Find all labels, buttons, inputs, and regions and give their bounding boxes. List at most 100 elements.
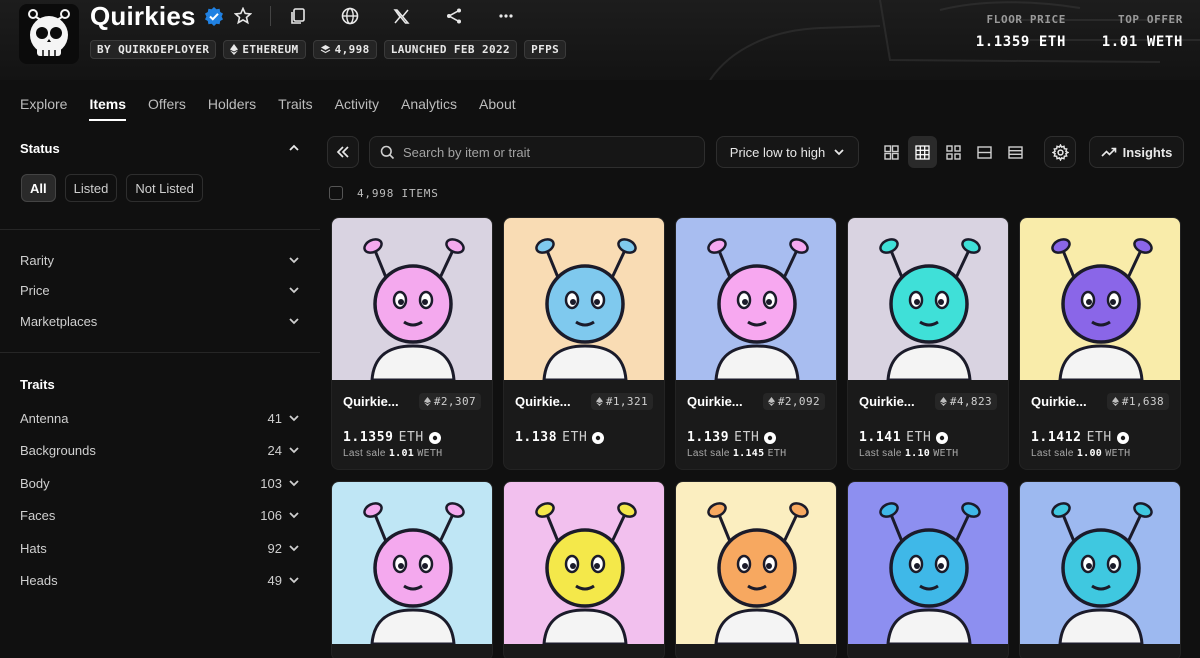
trait-count: 103 (260, 475, 282, 491)
last-sale-currency: ETH (767, 448, 787, 459)
nft-name[interactable]: Quirkie... (859, 394, 915, 409)
sort-dropdown[interactable]: Price low to high (716, 136, 859, 168)
chevron-up-icon[interactable] (288, 142, 300, 154)
tab-holders[interactable]: Holders (208, 96, 256, 121)
nft-card-image[interactable] (504, 218, 664, 380)
status-heading[interactable]: Status (20, 141, 60, 156)
tab-analytics[interactable]: Analytics (401, 96, 457, 121)
last-sale-value: 1.00 (1076, 448, 1103, 459)
chevron-down-icon (834, 149, 844, 156)
trait-faces[interactable]: Faces 106 (20, 505, 300, 525)
top-offer-label: TOP OFFER (1117, 13, 1183, 26)
settings-button[interactable] (1044, 136, 1076, 168)
nft-card-image[interactable] (1020, 218, 1180, 380)
view-list-button[interactable] (970, 136, 999, 168)
nft-card[interactable]: Quirkie... #1,321 1.138 ETH (503, 217, 665, 470)
nft-card[interactable] (847, 481, 1009, 658)
nft-card[interactable] (1019, 481, 1181, 658)
floor-price-label: FLOOR PRICE (986, 13, 1066, 26)
nft-card[interactable]: Quirkie... #2,092 1.139 ETH Last sale 1.145 … (675, 217, 837, 470)
floor-price-value: 1.1359 ETH (975, 34, 1066, 50)
filter-rarity[interactable]: Rarity (20, 250, 300, 270)
trait-backgrounds[interactable]: Backgrounds 24 (20, 440, 300, 460)
nft-card-image[interactable] (332, 482, 492, 644)
price-currency: ETH (1086, 430, 1112, 445)
chain-tag-label: ETHEREUM (242, 43, 299, 56)
search-box[interactable] (369, 136, 705, 168)
insights-button[interactable]: Insights (1089, 136, 1184, 168)
last-sale-label: Last sale (1031, 448, 1074, 459)
nft-card[interactable] (675, 481, 837, 658)
tab-offers[interactable]: Offers (148, 96, 186, 121)
nft-card-details: Quirkie... #2,092 1.139 ETH Last sale 1.145 … (676, 380, 836, 459)
trait-antenna[interactable]: Antenna 41 (20, 408, 300, 428)
nft-name[interactable]: Quirkie... (687, 394, 743, 409)
items-summary: 4,998 ITEMS (329, 186, 439, 200)
trait-heads[interactable]: Heads 49 (20, 570, 300, 590)
nft-card-image[interactable] (676, 482, 836, 644)
category-tag[interactable]: PFPS (524, 40, 567, 59)
view-large-grid-button[interactable] (877, 136, 906, 168)
select-all-checkbox[interactable] (329, 186, 343, 200)
last-sale-label: Last sale (343, 448, 386, 459)
tab-items[interactable]: Items (89, 96, 127, 121)
chevron-down-icon (289, 257, 299, 264)
status-all-pill[interactable]: All (21, 174, 56, 202)
tab-explore[interactable]: Explore (20, 96, 67, 121)
supply-tag: 4,998 (312, 40, 377, 59)
filter-marketplaces-label: Marketplaces (20, 313, 98, 329)
nft-name[interactable]: Quirkie... (1031, 394, 1087, 409)
filter-marketplaces[interactable]: Marketplaces (20, 311, 300, 331)
nft-card[interactable]: Quirkie... #1,638 1.1412 ETH Last sale 1.00 … (1019, 217, 1181, 470)
view-table-button[interactable] (1001, 136, 1030, 168)
tab-traits[interactable]: Traits (278, 96, 312, 121)
view-medium-grid-button[interactable] (908, 136, 937, 168)
x-twitter-icon[interactable] (391, 5, 413, 27)
price-value: 1.1412 (1031, 430, 1082, 445)
ethereum-icon (939, 397, 947, 406)
share-icon[interactable] (443, 5, 465, 27)
star-icon[interactable] (232, 5, 254, 27)
view-small-grid-button[interactable] (939, 136, 968, 168)
nft-card-image[interactable] (848, 218, 1008, 380)
grid-small-icon (946, 144, 961, 160)
quirkie-nft-image (1020, 482, 1180, 644)
trait-body[interactable]: Body 103 (20, 473, 300, 493)
trait-count: 24 (267, 442, 282, 458)
copy-icon[interactable] (287, 5, 309, 27)
collection-logo[interactable] (19, 4, 79, 64)
quirkie-nft-image (848, 482, 1008, 644)
quirkie-nft-image (332, 218, 492, 380)
ethereum-icon (423, 397, 431, 406)
tab-about[interactable]: About (479, 96, 516, 121)
tab-activity[interactable]: Activity (335, 96, 379, 121)
collapse-sidebar-button[interactable] (327, 136, 359, 168)
price-currency: ETH (734, 430, 760, 445)
nft-card-image[interactable] (332, 218, 492, 380)
nft-card-image[interactable] (676, 218, 836, 380)
price-value: 1.138 (515, 430, 558, 445)
nft-name[interactable]: Quirkie... (515, 394, 571, 409)
more-options-icon[interactable] (495, 5, 517, 27)
search-input[interactable] (403, 144, 693, 160)
globe-icon[interactable] (339, 5, 361, 27)
marketplace-icon (592, 431, 605, 444)
token-id-badge: #1,321 (590, 393, 653, 410)
nft-card[interactable]: Quirkie... #2,307 1.1359 ETH Last sale 1.01 … (331, 217, 493, 470)
price-value: 1.141 (859, 430, 902, 445)
creator-tag[interactable]: BY QUIRKDEPLOYER (90, 40, 217, 59)
nft-card-image[interactable] (504, 482, 664, 644)
nft-card[interactable]: Quirkie... #4,823 1.141 ETH Last sale 1.10 W… (847, 217, 1009, 470)
nft-card-details: Quirkie... #1,321 1.138 ETH (504, 380, 664, 445)
token-id: #2,307 (433, 395, 476, 408)
status-listed-pill[interactable]: Listed (64, 174, 118, 202)
filter-price[interactable]: Price (20, 280, 300, 300)
nft-card[interactable] (331, 481, 493, 658)
nft-card-image[interactable] (848, 482, 1008, 644)
trait-hats[interactable]: Hats 92 (20, 538, 300, 558)
nft-card[interactable] (503, 481, 665, 658)
nft-name[interactable]: Quirkie... (343, 394, 399, 409)
status-not-listed-pill[interactable]: Not Listed (126, 174, 203, 202)
nft-card-image[interactable] (1020, 482, 1180, 644)
trait-count: 49 (267, 572, 282, 588)
